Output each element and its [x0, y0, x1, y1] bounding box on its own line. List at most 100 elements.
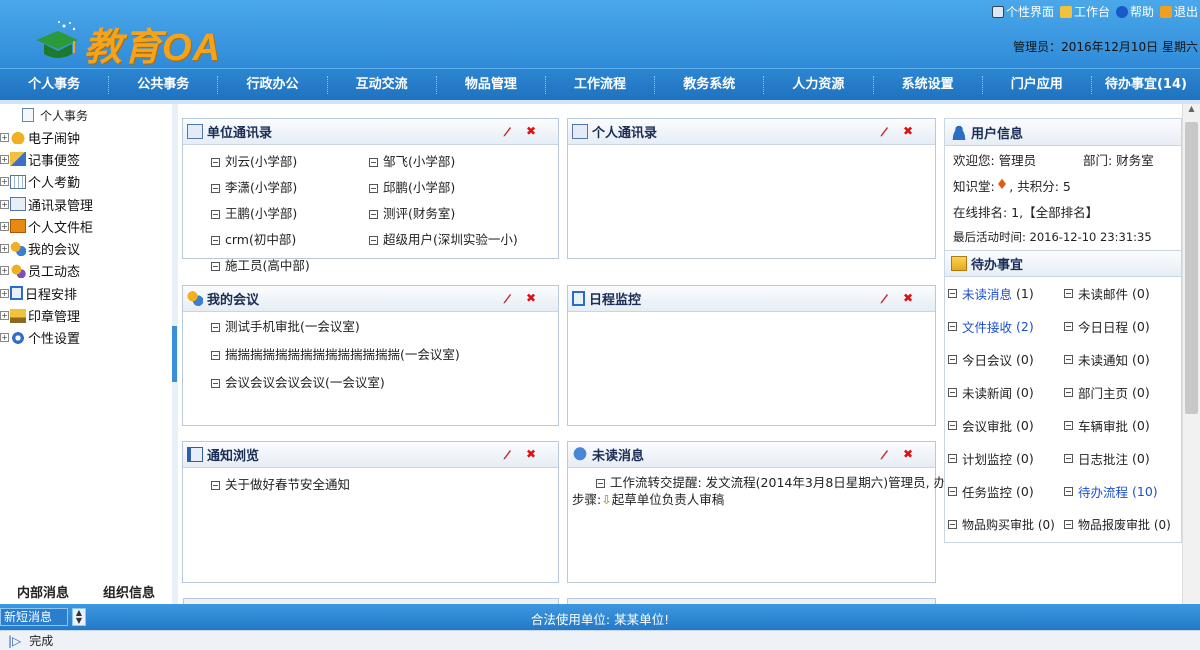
sidebar-root[interactable]: 个人事务	[0, 104, 172, 126]
meeting-entry[interactable]: 揣揣揣揣揣揣揣揣揣揣揣揣揣揣(一会议室)	[211, 344, 558, 363]
contact-entry[interactable]: 李潇(小学部)	[211, 177, 369, 196]
message-entry[interactable]: 工作流转交提醒: 发文流程(2014年3月8日星期六)管理员, 办理 步骤:⇩起…	[568, 468, 959, 508]
todo-file-receive[interactable]: 文件接收 (2)	[945, 310, 1061, 343]
workbench-link[interactable]: 工作台	[1059, 3, 1110, 20]
nav-goods-management[interactable]: 物品管理	[435, 75, 545, 94]
sidebar-item-schedule[interactable]: + 日程安排	[0, 282, 172, 304]
todo-goods-scrap-approval[interactable]: 物品报废审批 (0)	[1061, 508, 1181, 541]
exit-link[interactable]: 退出	[1159, 3, 1198, 20]
help-link[interactable]: 帮助	[1115, 3, 1154, 20]
collapse-handle[interactable]	[172, 326, 177, 382]
expand-icon[interactable]: +	[0, 266, 9, 276]
sidebar-item-personal-settings[interactable]: + 个性设置	[0, 327, 172, 349]
meeting-entry[interactable]: 测试手机审批(一会议室)	[211, 316, 558, 335]
todo-log-annotation[interactable]: 日志批注 (0)	[1061, 442, 1181, 475]
edit-icon[interactable]	[502, 448, 512, 460]
nav-todo[interactable]: 待办事宜(14)	[1090, 75, 1200, 94]
spin-arrows-icon[interactable]: ▲ ▼	[72, 608, 86, 626]
sidebar-item-stamps[interactable]: + 印章管理	[0, 304, 172, 326]
sidebar-item-staff-news[interactable]: + 员工动态	[0, 260, 172, 282]
close-icon[interactable]: ✖	[903, 125, 913, 137]
sidebar-item-notes[interactable]: + 记事便签	[0, 148, 172, 170]
edit-icon[interactable]	[502, 292, 512, 304]
sidebar-splitter[interactable]	[172, 104, 178, 604]
todo-task-monitor[interactable]: 任务监控 (0)	[945, 475, 1061, 508]
contact-name: 王鹏(小学部)	[225, 206, 298, 221]
nav-human-resources[interactable]: 人力资源	[763, 75, 872, 94]
expand-icon[interactable]: +	[0, 199, 9, 209]
expand-icon[interactable]: +	[0, 288, 9, 298]
tab-organization-info[interactable]: 组织信息	[103, 582, 155, 601]
todo-today-schedule[interactable]: 今日日程 (0)	[1061, 310, 1181, 343]
portlet-header: 日程监控 ✖	[568, 286, 935, 312]
contact-entry[interactable]: 王鹏(小学部)	[211, 203, 369, 222]
nav-personal-affairs[interactable]: 个人事务	[0, 76, 108, 94]
sidebar-item-attendance[interactable]: + 个人考勤	[0, 171, 172, 193]
contact-entry[interactable]: 测评(财务室)	[369, 203, 569, 222]
close-icon[interactable]: ✖	[903, 292, 913, 304]
contact-entry[interactable]: 超级用户(深圳实验一小)	[369, 229, 569, 248]
contact-entry[interactable]: 施工员(高中部)	[211, 255, 369, 274]
scroll-up-icon[interactable]: ▲	[1183, 104, 1200, 118]
scroll-thumb[interactable]	[1185, 122, 1198, 414]
todo-header: 待办事宜	[945, 250, 1181, 277]
todo-unread-messages[interactable]: 未读消息 (1)	[945, 277, 1061, 310]
todo-plan-monitor[interactable]: 计划监控 (0)	[945, 442, 1061, 475]
sidebar-item-contacts[interactable]: + 通讯录管理	[0, 193, 172, 215]
done-label: 完成	[29, 634, 54, 648]
close-icon[interactable]: ✖	[526, 125, 536, 137]
sidebar-item-meetings[interactable]: + 我的会议	[0, 237, 172, 259]
nav-workflow[interactable]: 工作流程	[544, 75, 654, 94]
todo-meeting-approval[interactable]: 会议审批 (0)	[945, 409, 1061, 442]
expand-icon[interactable]: +	[0, 177, 9, 187]
todo-today-meetings[interactable]: 今日会议 (0)	[945, 343, 1061, 376]
sms-select[interactable]: 新短消息	[0, 608, 68, 626]
todo-dept-home[interactable]: 部门主页 (0)	[1061, 376, 1181, 409]
sidebar-item-alarm[interactable]: + 电子闹钟	[0, 126, 172, 148]
todo-label: 待办流程	[1078, 485, 1129, 500]
expand-icon[interactable]: +	[0, 244, 9, 254]
todo-unread-notices[interactable]: 未读通知 (0)	[1061, 343, 1181, 376]
sidebar-item-file-cabinet[interactable]: + 个人文件柜	[0, 215, 172, 237]
meeting-entry[interactable]: 会议会议会议会议(一会议室)	[211, 372, 558, 391]
nav-interaction[interactable]: 互动交流	[326, 75, 436, 94]
nav-academic-system[interactable]: 教务系统	[654, 75, 763, 94]
tab-internal-messages[interactable]: 内部消息	[17, 582, 69, 601]
notice-entry[interactable]: 关于做好春节安全通知	[211, 474, 558, 493]
edit-icon[interactable]	[879, 125, 889, 137]
sms-selector: 新短消息 ▲ ▼	[0, 608, 86, 626]
todo-vehicle-approval[interactable]: 车辆审批 (0)	[1061, 409, 1181, 442]
contact-entry[interactable]: crm(初中部)	[211, 229, 369, 248]
todo-unread-mail[interactable]: 未读邮件 (0)	[1061, 277, 1181, 310]
close-icon[interactable]: ✖	[526, 448, 536, 460]
contact-entry[interactable]: 邹飞(小学部)	[369, 151, 569, 170]
expand-icon[interactable]: +	[0, 311, 9, 321]
expand-icon[interactable]: +	[0, 132, 9, 142]
nav-public-affairs[interactable]: 公共事务	[108, 75, 217, 94]
portlet-header: 通知浏览 ✖	[183, 442, 558, 468]
doc-icon	[369, 236, 378, 245]
vertical-scrollbar[interactable]: ▲	[1182, 104, 1200, 604]
edit-icon[interactable]	[879, 448, 889, 460]
personal-ui-label: 个性界面	[1005, 5, 1054, 19]
todo-count: (2)	[1016, 319, 1034, 334]
todo-unread-news[interactable]: 未读新闻 (0)	[945, 376, 1061, 409]
close-icon[interactable]: ✖	[526, 292, 536, 304]
expand-icon[interactable]: +	[0, 333, 9, 343]
todo-pending-workflow[interactable]: 待办流程 (10)	[1061, 475, 1181, 508]
expand-icon[interactable]: +	[0, 221, 9, 231]
doc-icon	[369, 158, 378, 167]
contact-entry[interactable]: 邱鹏(小学部)	[369, 177, 569, 196]
edit-icon[interactable]	[879, 292, 889, 304]
close-icon[interactable]: ✖	[903, 448, 913, 460]
nav-system-settings[interactable]: 系统设置	[872, 75, 982, 94]
contact-entry[interactable]: 刘云(小学部)	[211, 151, 369, 170]
edit-icon[interactable]	[502, 125, 512, 137]
nav-admin-office[interactable]: 行政办公	[217, 75, 326, 94]
expand-icon[interactable]: +	[0, 154, 9, 164]
all-ranking-link[interactable]: 【全部排名】	[1023, 202, 1098, 221]
personal-ui-link[interactable]: 个性界面	[991, 3, 1054, 20]
nav-portal-apps[interactable]: 门户应用	[981, 75, 1091, 94]
message-text: 工作流转交提醒: 发文流程(2014年3月8日星期六)管理员, 办理	[610, 475, 959, 490]
todo-goods-purchase-approval[interactable]: 物品购买审批 (0)	[945, 508, 1061, 541]
